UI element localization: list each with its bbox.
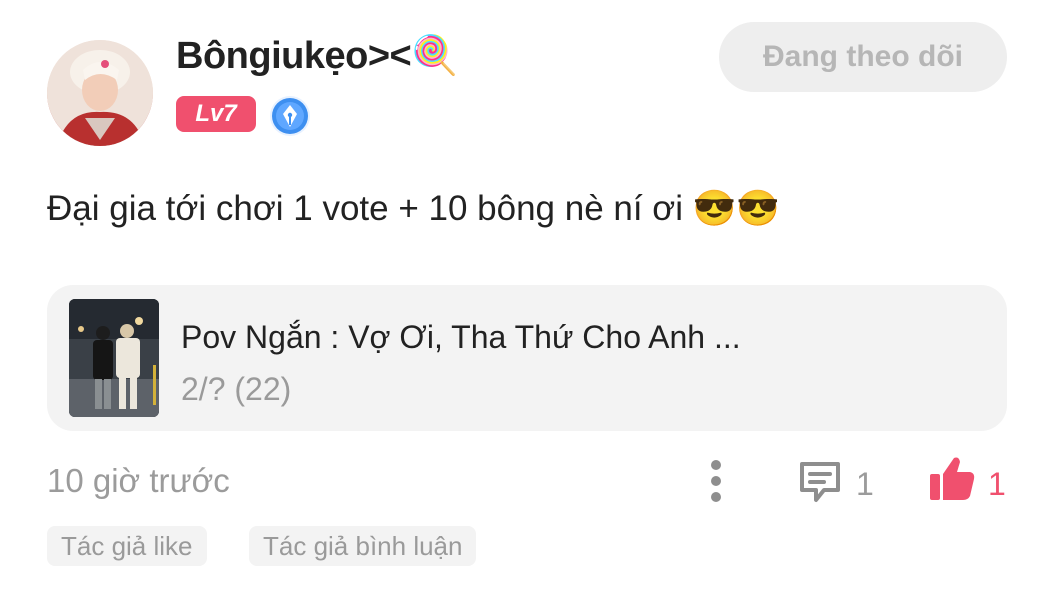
- username-text: Bôngiukẹo><: [176, 35, 412, 77]
- lollipop-emoji: 🍭: [411, 35, 459, 77]
- avatar[interactable]: [47, 40, 153, 146]
- story-chapter-info: 2/? (22): [181, 371, 292, 407]
- comment-count: 1: [856, 466, 874, 502]
- avatar-image: [47, 40, 153, 146]
- following-button[interactable]: Đang theo dõi: [719, 22, 1007, 92]
- comment-button[interactable]: 1: [796, 456, 886, 508]
- username[interactable]: Bôngiukẹo><🍭: [176, 34, 459, 78]
- comment-icon: [800, 462, 840, 502]
- post-content: Đại gia tới chơi 1 vote + 10 bông nè ní …: [47, 188, 780, 229]
- sunglasses-emoji: 😎😎: [692, 189, 780, 228]
- like-count: 1: [988, 466, 1006, 502]
- more-options-button[interactable]: [698, 456, 734, 506]
- story-card[interactable]: Pov Ngắn : Vợ Ơi, Tha Thứ Cho Anh ... 2/…: [47, 285, 1007, 431]
- post-text: Đại gia tới chơi 1 vote + 10 bông nè ní …: [47, 189, 684, 228]
- post-timestamp: 10 giờ trước: [47, 462, 230, 499]
- thumbs-up-icon: [930, 457, 975, 500]
- story-title: Pov Ngắn : Vợ Ơi, Tha Thứ Cho Anh ...: [181, 319, 741, 355]
- tag-author-liked: Tác giả like: [47, 526, 207, 566]
- tag-author-commented: Tác giả bình luận: [249, 526, 477, 566]
- pen-badge-icon: [270, 96, 310, 136]
- like-button[interactable]: 1: [928, 452, 1018, 508]
- level-badge: Lv7: [176, 96, 256, 132]
- more-vertical-icon: [711, 460, 721, 502]
- story-cover-image: [69, 299, 159, 417]
